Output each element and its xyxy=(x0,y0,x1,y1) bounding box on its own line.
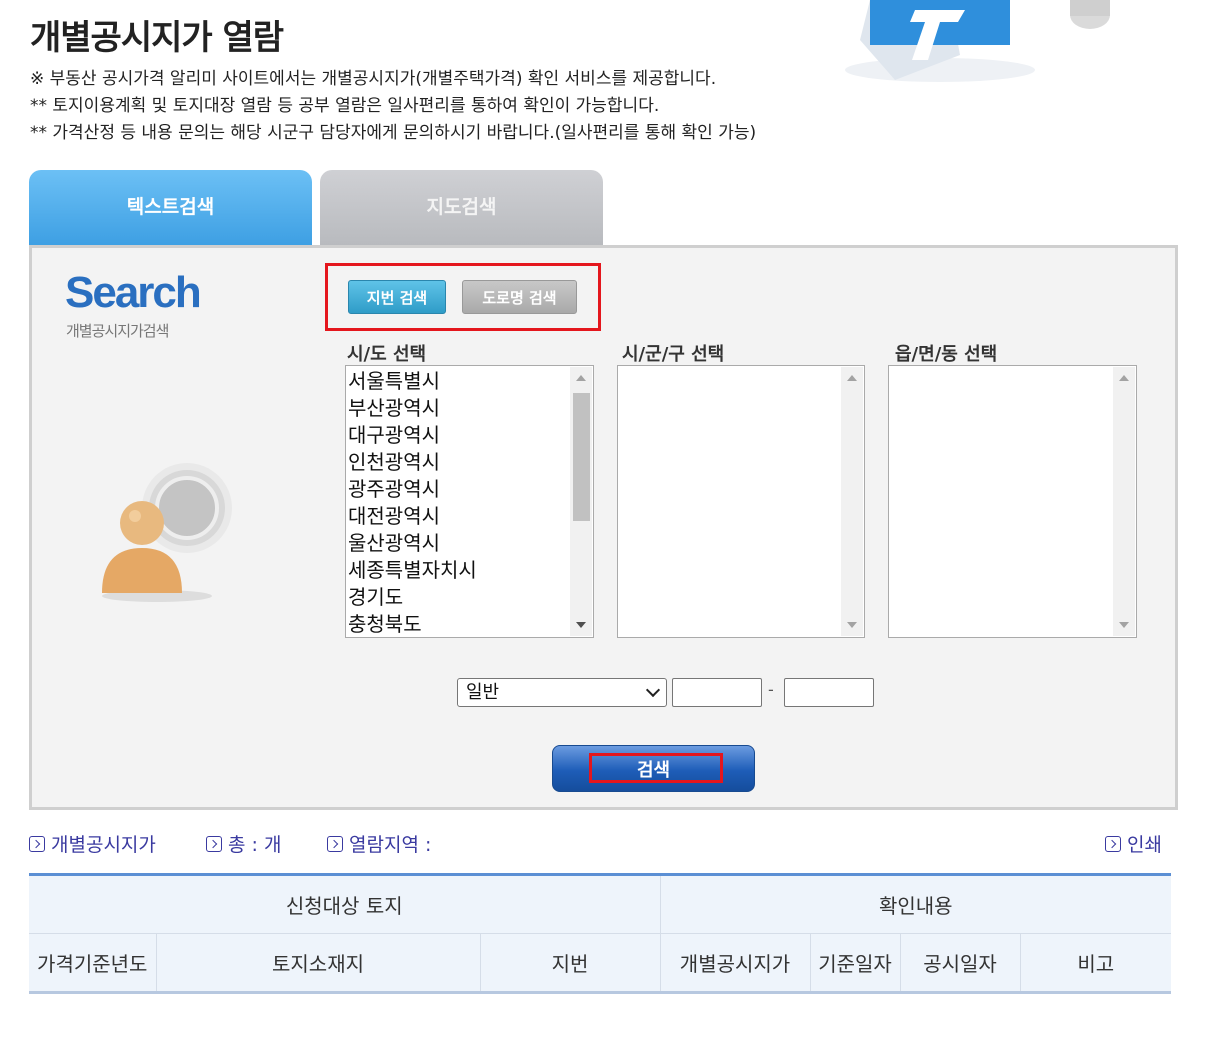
print-link[interactable]: 인쇄 xyxy=(1105,830,1162,857)
arrow-box-icon xyxy=(1105,835,1121,852)
column-header: 개별공시지가 xyxy=(659,933,811,993)
sigungu-label: 시/군/구 선택 xyxy=(622,344,725,365)
jibun-search-button[interactable]: 지번 검색 xyxy=(348,280,446,314)
sido-option[interactable]: 광주광역시 xyxy=(348,476,477,503)
notice-line: ※ 부동산 공시가격 알리미 사이트에서는 개별공시지가(개별주택가격) 확인 … xyxy=(30,69,717,89)
column-header: 가격기준년도 xyxy=(29,933,157,993)
view-region: 열람지역 : xyxy=(327,830,431,857)
search-logo: Search xyxy=(65,268,202,317)
person-magnifier-icon xyxy=(102,463,232,602)
sido-option[interactable]: 경기도 xyxy=(348,584,477,611)
land-type-value: 일반 xyxy=(466,682,500,703)
sub-lot-number-input[interactable] xyxy=(784,678,874,707)
search-mode-highlight: 지번 검색 도로명 검색 xyxy=(325,263,601,331)
column-header: 토지소재지 xyxy=(155,933,481,993)
land-price-link[interactable]: 개별공시지가 xyxy=(29,830,156,857)
chevron-down-icon xyxy=(645,682,661,698)
total-count: 총 : 개 xyxy=(206,830,281,857)
view-region-label: 열람지역 : xyxy=(349,834,432,856)
notice-list: ※ 부동산 공시가격 알리미 사이트에서는 개별공시지가(개별주택가격) 확인 … xyxy=(30,66,756,147)
hero-illustration xyxy=(845,0,1110,82)
page-title: 개별공시지가 열람 xyxy=(30,18,284,58)
sido-option[interactable]: 대구광역시 xyxy=(348,422,477,449)
lot-number-dash: - xyxy=(768,680,774,699)
sido-scrollbar[interactable] xyxy=(570,367,592,636)
search-logo-subtitle: 개별공시지가검색 xyxy=(66,322,169,340)
arrow-box-icon xyxy=(327,835,343,852)
column-header: 공시일자 xyxy=(899,933,1021,993)
total-count-label: 총 : 개 xyxy=(228,834,282,856)
sido-option[interactable]: 부산광역시 xyxy=(348,395,477,422)
notice-line: ** 토지이용계획 및 토지대장 열람 등 공부 열람은 일사편리를 통하여 확… xyxy=(30,96,660,116)
tab-map-search[interactable]: 지도검색 xyxy=(320,170,603,246)
sigungu-listbox[interactable] xyxy=(617,365,865,638)
column-header: 비고 xyxy=(1019,933,1171,993)
land-price-label: 개별공시지가 xyxy=(51,834,156,856)
result-table: 신청대상 토지 확인내용 가격기준년도 토지소재지 지번 개별공시지가 기준일자… xyxy=(29,873,1171,994)
print-label: 인쇄 xyxy=(1127,834,1162,856)
scroll-down-icon[interactable] xyxy=(576,622,586,628)
arrow-box-icon xyxy=(29,835,45,852)
eup-myeon-dong-scrollbar[interactable] xyxy=(1113,367,1135,636)
land-type-select[interactable]: 일반 xyxy=(457,678,667,707)
column-group-target-land: 신청대상 토지 xyxy=(29,874,661,934)
road-name-search-button[interactable]: 도로명 검색 xyxy=(462,280,577,314)
scroll-up-icon[interactable] xyxy=(847,375,857,381)
sido-option[interactable]: 대전광역시 xyxy=(348,503,477,530)
main-lot-number-input[interactable] xyxy=(672,678,762,707)
search-button-highlight xyxy=(589,753,723,783)
search-panel: Search 개별공시지가검색 지번 검색 도로명 검색 시/도 선택 시/군/… xyxy=(29,245,1178,810)
column-group-confirmation: 확인내용 xyxy=(659,874,1171,934)
sido-option[interactable]: 서울특별시 xyxy=(348,368,477,395)
sido-option[interactable]: 세종특별자치시 xyxy=(348,557,477,584)
tab-text-search[interactable]: 텍스트검색 xyxy=(29,170,312,246)
scroll-up-icon[interactable] xyxy=(576,375,586,381)
eup-myeon-dong-listbox[interactable] xyxy=(888,365,1137,638)
scroll-down-icon[interactable] xyxy=(1119,622,1129,628)
table-header-row: 신청대상 토지 확인내용 xyxy=(29,874,1171,934)
sido-listbox[interactable]: 서울특별시 부산광역시 대구광역시 인천광역시 광주광역시 대전광역시 울산광역… xyxy=(345,365,594,638)
sigungu-scrollbar[interactable] xyxy=(841,367,863,636)
scroll-up-icon[interactable] xyxy=(1119,375,1129,381)
sido-option[interactable]: 충청북도 xyxy=(348,611,477,638)
scroll-thumb[interactable] xyxy=(573,393,590,521)
column-header: 지번 xyxy=(479,933,661,993)
eup-myeon-dong-label: 읍/면/동 선택 xyxy=(895,344,998,365)
table-header-row: 가격기준년도 토지소재지 지번 개별공시지가 기준일자 공시일자 비고 xyxy=(29,933,1171,993)
scroll-down-icon[interactable] xyxy=(847,622,857,628)
column-header: 기준일자 xyxy=(809,933,901,993)
arrow-box-icon xyxy=(206,835,222,852)
sido-label: 시/도 선택 xyxy=(347,344,427,365)
sido-option[interactable]: 울산광역시 xyxy=(348,530,477,557)
sido-option[interactable]: 인천광역시 xyxy=(348,449,477,476)
notice-line: ** 가격산정 등 내용 문의는 해당 시군구 담당자에게 문의하시기 바랍니다… xyxy=(30,123,757,143)
